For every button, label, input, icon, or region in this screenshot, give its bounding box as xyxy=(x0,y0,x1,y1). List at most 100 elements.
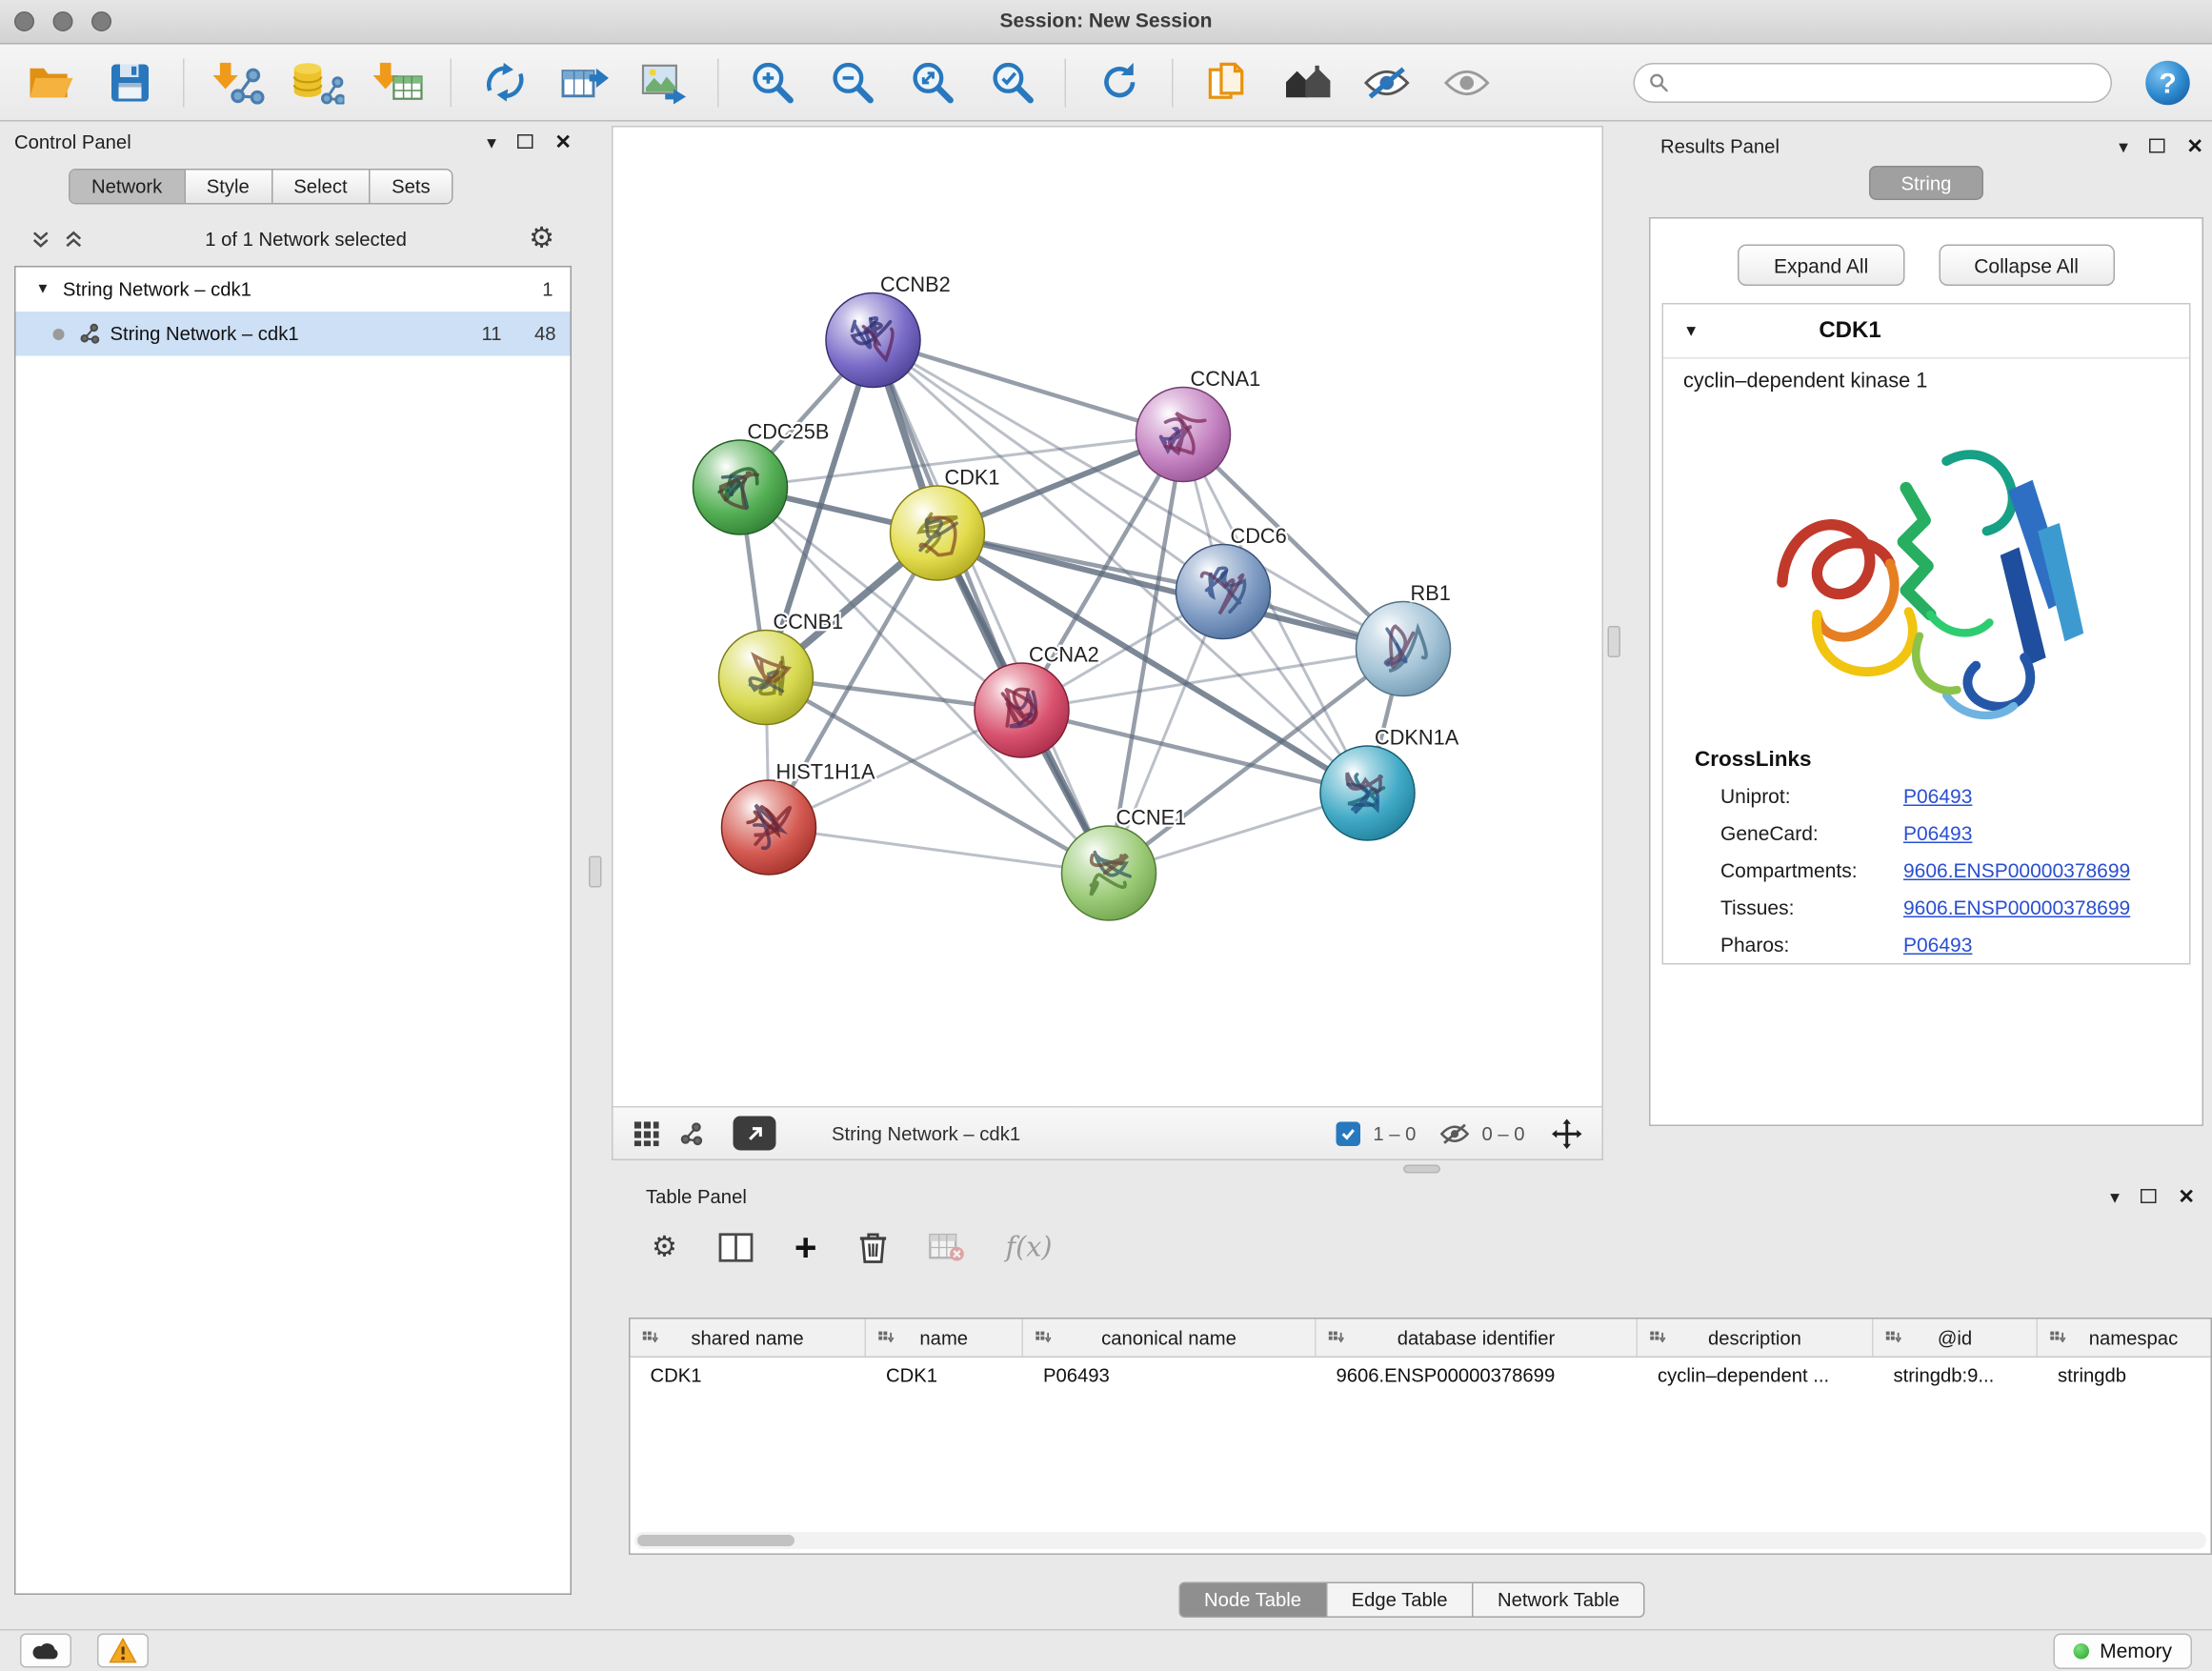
network-view[interactable]: CCNB2CCNA1CDC25BCDK1CDC6RB1CCNB1CCNA2CDK… xyxy=(612,126,1603,1160)
table-cell[interactable]: CDK1 xyxy=(631,1358,867,1397)
column-header[interactable]: namespac xyxy=(2038,1319,2212,1357)
expand-all-icon[interactable] xyxy=(65,230,84,249)
table-cell[interactable]: stringdb:9... xyxy=(1874,1358,2039,1397)
home-button[interactable] xyxy=(1274,50,1339,115)
network-node-CCNA1[interactable]: CCNA1 xyxy=(1136,367,1261,481)
crosslink-link[interactable]: 9606.ENSP00000378699 xyxy=(1903,896,2130,919)
open-session-button[interactable] xyxy=(17,50,83,115)
delete-trash-icon[interactable] xyxy=(858,1231,887,1265)
panel-float-icon[interactable] xyxy=(2141,1189,2157,1203)
crosslink-link[interactable]: P06493 xyxy=(1903,934,1972,956)
column-header[interactable]: @id xyxy=(1874,1319,2039,1357)
search-input[interactable] xyxy=(1679,71,2097,93)
export-image-button[interactable] xyxy=(632,50,697,115)
crosslink-link[interactable]: 9606.ENSP00000378699 xyxy=(1903,859,2130,882)
table-cell[interactable]: 9606.ENSP00000378699 xyxy=(1317,1358,1639,1397)
panel-close-icon[interactable]: ✕ xyxy=(2186,136,2203,156)
tab-network-table[interactable]: Network Table xyxy=(1472,1582,1645,1619)
table-cell[interactable]: P06493 xyxy=(1023,1358,1317,1397)
network-node-CDC6[interactable]: CDC6 xyxy=(1176,524,1287,639)
cloud-status-button[interactable] xyxy=(20,1634,71,1668)
network-edge[interactable] xyxy=(937,534,1403,650)
column-header[interactable]: canonical name xyxy=(1023,1319,1317,1357)
column-header[interactable]: name xyxy=(866,1319,1023,1357)
zoom-selected-button[interactable] xyxy=(979,50,1045,115)
import-network-from-database-button[interactable] xyxy=(285,50,351,115)
tab-network[interactable]: Network xyxy=(70,171,186,204)
panel-close-icon[interactable]: ✕ xyxy=(2178,1186,2195,1206)
warnings-button[interactable] xyxy=(97,1634,149,1668)
tab-style[interactable]: Style xyxy=(185,171,272,204)
panel-menu-chevron-icon[interactable]: ▾ xyxy=(2110,1187,2120,1206)
network-node-HIST1H1A[interactable]: HIST1H1A xyxy=(722,760,875,876)
network-edge[interactable] xyxy=(874,340,1110,874)
delete-table-icon[interactable] xyxy=(929,1232,965,1263)
column-header[interactable]: description xyxy=(1638,1319,1874,1357)
table-row[interactable]: CDK1 CDK1 P06493 9606.ENSP00000378699 cy… xyxy=(631,1358,2211,1397)
import-network-from-file-button[interactable] xyxy=(205,50,271,115)
tab-sets[interactable]: Sets xyxy=(371,171,452,204)
chevron-down-icon[interactable]: ▼ xyxy=(36,282,50,298)
gene-entry-header[interactable]: ▼ CDK1 xyxy=(1663,305,2189,359)
birds-eye-view-icon[interactable] xyxy=(633,1119,661,1147)
tab-node-table[interactable]: Node Table xyxy=(1178,1582,1327,1619)
network-node-CCNB1[interactable]: CCNB1 xyxy=(719,610,844,725)
table-cell[interactable]: cyclin–dependent ... xyxy=(1638,1358,1874,1397)
network-tools-button[interactable] xyxy=(472,50,537,115)
crosslink-link[interactable]: P06493 xyxy=(1903,785,1972,808)
network-from-table-button[interactable] xyxy=(552,50,617,115)
panel-menu-chevron-icon[interactable]: ▾ xyxy=(487,132,496,151)
network-edge[interactable] xyxy=(874,340,1184,434)
collapse-all-icon[interactable] xyxy=(31,230,50,249)
zoom-in-button[interactable] xyxy=(739,50,805,115)
tab-string[interactable]: String xyxy=(1869,166,1983,200)
collapse-all-button[interactable]: Collapse All xyxy=(1939,245,2115,287)
export-network-button[interactable] xyxy=(734,1117,776,1151)
table-cell[interactable]: CDK1 xyxy=(866,1358,1023,1397)
right-splitter-handle[interactable] xyxy=(1608,626,1621,657)
horizontal-scrollbar[interactable] xyxy=(634,1532,2206,1549)
network-row[interactable]: String Network – cdk1 11 48 xyxy=(16,312,571,356)
scrollbar-thumb[interactable] xyxy=(637,1535,794,1546)
panel-float-icon[interactable] xyxy=(517,134,533,149)
hide-graphics-details-button[interactable] xyxy=(1434,50,1499,115)
save-session-button[interactable] xyxy=(97,50,163,115)
column-header[interactable]: shared name xyxy=(631,1319,867,1357)
panel-close-icon[interactable]: ✕ xyxy=(554,131,572,151)
add-column-icon[interactable] xyxy=(718,1232,753,1263)
network-canvas[interactable]: CCNB2CCNA1CDC25BCDK1CDC6RB1CCNB1CCNA2CDK… xyxy=(613,128,1602,1108)
selected-checkbox-icon[interactable] xyxy=(1336,1121,1360,1146)
tab-select[interactable]: Select xyxy=(272,171,371,204)
crosslink-link[interactable]: P06493 xyxy=(1903,822,1972,845)
table-settings-gear-icon[interactable]: ⚙ xyxy=(652,1234,677,1262)
expand-all-button[interactable]: Expand All xyxy=(1738,245,1903,287)
zoom-fit-button[interactable] xyxy=(899,50,965,115)
memory-button[interactable]: Memory xyxy=(2054,1633,2192,1669)
refresh-button[interactable] xyxy=(1086,50,1152,115)
tab-edge-table[interactable]: Edge Table xyxy=(1326,1582,1474,1619)
crosshair-move-icon[interactable] xyxy=(1552,1118,1582,1149)
search-box[interactable] xyxy=(1634,62,2113,102)
memory-status-dot-icon xyxy=(2074,1643,2090,1660)
panel-menu-chevron-icon[interactable]: ▾ xyxy=(2119,136,2128,155)
network-node-CDC25B[interactable]: CDC25B xyxy=(694,420,830,534)
add-row-plus-icon[interactable]: + xyxy=(794,1228,817,1267)
left-splitter-handle[interactable] xyxy=(589,856,602,888)
hidden-eye-slash-icon[interactable] xyxy=(1440,1122,1469,1144)
help-button[interactable]: ? xyxy=(2141,55,2195,110)
gear-icon[interactable]: ⚙ xyxy=(529,225,554,253)
network-collection-row[interactable]: ▼ String Network – cdk1 1 xyxy=(16,268,571,312)
copy-button[interactable] xyxy=(1194,50,1259,115)
function-builder-icon[interactable]: f(x) xyxy=(1006,1232,1053,1263)
show-graphics-details-button[interactable] xyxy=(1354,50,1419,115)
network-overview-icon[interactable] xyxy=(679,1121,704,1146)
table-cell[interactable]: stringdb xyxy=(2038,1358,2212,1397)
network-node-RB1[interactable]: RB1 xyxy=(1357,581,1451,696)
network-edge[interactable] xyxy=(769,828,1109,874)
panel-float-icon[interactable] xyxy=(2149,139,2165,153)
network-node-CCNB2[interactable]: CCNB2 xyxy=(826,272,951,388)
column-header[interactable]: database identifier xyxy=(1317,1319,1639,1357)
zoom-out-button[interactable] xyxy=(819,50,885,115)
import-table-from-file-button[interactable] xyxy=(365,50,431,115)
horizontal-splitter-handle[interactable] xyxy=(1403,1165,1440,1174)
